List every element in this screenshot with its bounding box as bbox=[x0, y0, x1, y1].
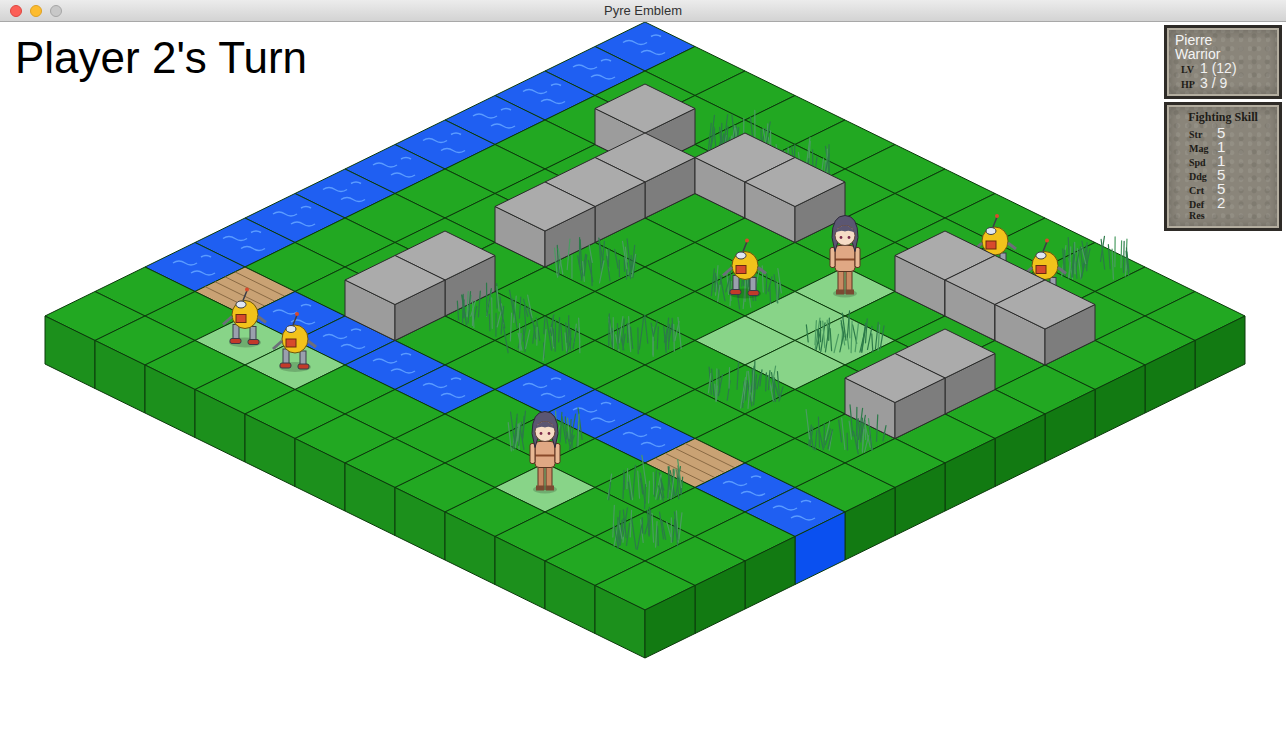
unit-class: Warrior bbox=[1175, 47, 1271, 61]
level-row: LV 1 (12) bbox=[1175, 61, 1271, 76]
stone-block bbox=[345, 256, 445, 341]
hp-row: HP 3 / 9 bbox=[1175, 76, 1271, 91]
tall-grass bbox=[806, 405, 886, 454]
stat-value: 5 bbox=[1217, 168, 1225, 181]
window-title: Pyre Emblem bbox=[0, 3, 1286, 18]
stat-list: Str 5 Mag 1 Spd 1 Ddg 5 Crt 5 Def 2 Res bbox=[1175, 126, 1271, 223]
tall-grass bbox=[555, 238, 636, 286]
tall-grass bbox=[806, 311, 884, 353]
stat-label: Crt bbox=[1189, 185, 1211, 196]
unit-info: PierreWarrior LV 1 (12) HP 3 / 9 Fighting Ski… bbox=[1164, 25, 1282, 231]
hp-label: HP bbox=[1181, 79, 1195, 90]
stat-row: Def 2 bbox=[1189, 196, 1271, 210]
stat-value: 2 bbox=[1217, 196, 1225, 209]
stat-label: Mag bbox=[1189, 143, 1211, 154]
stone-block bbox=[745, 158, 845, 243]
game-view: Player 2's Turn PierreWarrior LV 1 (12) HP 3 … bbox=[0, 22, 1286, 746]
stat-row: Mag 1 bbox=[1189, 140, 1271, 154]
stat-row: Crt 5 bbox=[1189, 182, 1271, 196]
tall-grass bbox=[609, 314, 681, 357]
warrior-unit[interactable] bbox=[530, 412, 560, 494]
unit-panel: PierreWarrior LV 1 (12) HP 3 / 9 bbox=[1164, 25, 1282, 99]
robot-unit[interactable] bbox=[223, 288, 266, 348]
hp-value: 3 / 9 bbox=[1200, 76, 1227, 91]
tall-grass bbox=[1062, 236, 1129, 279]
stone-block bbox=[845, 354, 945, 439]
robot-unit[interactable] bbox=[273, 312, 316, 372]
stat-value: 5 bbox=[1217, 126, 1225, 139]
title-bar: Pyre Emblem bbox=[0, 0, 1286, 22]
stat-label: Spd bbox=[1189, 157, 1211, 168]
tall-grass bbox=[504, 313, 580, 360]
warrior-unit[interactable] bbox=[830, 216, 860, 298]
stat-row: Res bbox=[1189, 210, 1271, 223]
game-board[interactable] bbox=[0, 22, 1286, 746]
stat-row: Spd 1 bbox=[1189, 154, 1271, 168]
stat-label: Def bbox=[1189, 199, 1211, 210]
stat-row: Str 5 bbox=[1189, 126, 1271, 140]
turn-banner: Player 2's Turn bbox=[15, 34, 307, 82]
unit-name: Pierre bbox=[1175, 33, 1271, 47]
stone-block bbox=[995, 280, 1095, 365]
stat-label: Ddg bbox=[1189, 171, 1211, 182]
skills-panel: Fighting Skill Str 5 Mag 1 Spd 1 Ddg 5 Crt 5 Def 2 Re… bbox=[1164, 102, 1282, 231]
tall-grass bbox=[608, 455, 683, 508]
tall-grass bbox=[708, 361, 783, 408]
tall-grass bbox=[457, 283, 532, 336]
zoom-button[interactable] bbox=[50, 5, 62, 17]
stat-row: Ddg 5 bbox=[1189, 168, 1271, 182]
level-label: LV bbox=[1181, 64, 1195, 75]
stat-label: Str bbox=[1189, 129, 1211, 140]
minimize-button[interactable] bbox=[30, 5, 42, 17]
robot-unit[interactable] bbox=[723, 239, 766, 299]
tall-grass bbox=[613, 505, 682, 549]
window-controls bbox=[0, 5, 62, 17]
close-button[interactable] bbox=[10, 5, 22, 17]
stat-value: 1 bbox=[1217, 154, 1225, 167]
stat-value: 5 bbox=[1217, 182, 1225, 195]
stat-label: Res bbox=[1189, 210, 1211, 221]
stat-value: 1 bbox=[1217, 140, 1225, 153]
level-value: 1 (12) bbox=[1200, 61, 1237, 76]
stone-block bbox=[495, 182, 595, 267]
skills-title: Fighting Skill bbox=[1175, 110, 1271, 125]
